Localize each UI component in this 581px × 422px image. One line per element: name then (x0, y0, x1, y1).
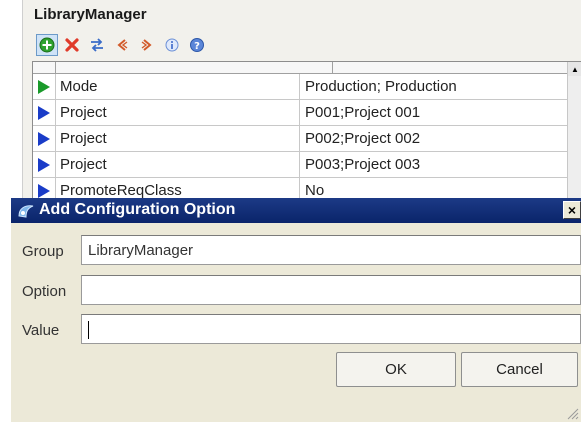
row-value: P002;Project 002 (305, 130, 421, 147)
grid-header (33, 62, 568, 74)
row-marker-icon (38, 80, 50, 94)
group-field[interactable]: LibraryManager (81, 235, 581, 265)
ok-button[interactable]: OK (336, 352, 456, 387)
add-icon (39, 37, 55, 53)
info-button[interactable] (161, 34, 183, 56)
row-key: Project (60, 104, 107, 121)
help-icon: ? (190, 38, 204, 52)
close-button[interactable]: × (563, 201, 581, 219)
group-label: Group (22, 243, 64, 260)
text-caret (88, 321, 89, 340)
option-label: Option (22, 283, 67, 300)
cancel-button[interactable]: Cancel (461, 352, 578, 387)
row-value: No (305, 182, 325, 199)
value-label: Value (22, 322, 60, 339)
library-manager-title: LibraryManager (34, 6, 147, 23)
grid-row[interactable]: Project P001;Project 001 (33, 100, 568, 126)
options-grid: Mode Production; Production Project P001… (32, 61, 581, 204)
value-field[interactable] (81, 314, 581, 344)
add-configuration-dialog: Add Configuration Option × Group Library… (11, 198, 581, 422)
move-left-button[interactable] (111, 34, 133, 56)
info-icon (165, 38, 179, 52)
delete-icon (65, 38, 79, 52)
grid-row[interactable]: Project P002;Project 002 (33, 126, 568, 152)
move-right-button[interactable] (136, 34, 158, 56)
scroll-up-icon[interactable]: ▲ (568, 62, 581, 76)
move-right-icon (141, 39, 152, 51)
resize-grip-icon[interactable] (565, 406, 579, 420)
grid-row[interactable]: Project P003;Project 003 (33, 152, 568, 178)
row-key: Mode (60, 78, 98, 95)
add-button[interactable] (36, 34, 58, 56)
dialog-titlebar[interactable]: Add Configuration Option × (11, 198, 581, 223)
close-icon: × (567, 202, 577, 218)
transfer-button[interactable] (86, 34, 108, 56)
row-key: Project (60, 156, 107, 173)
row-key: Project (60, 130, 107, 147)
transfer-icon (91, 38, 103, 52)
grid-scrollbar[interactable]: ▲ (567, 62, 581, 202)
svg-text:?: ? (194, 41, 200, 52)
grid-row[interactable]: Mode Production; Production (33, 74, 568, 100)
group-field-value: LibraryManager (88, 242, 194, 259)
row-key: PromoteReqClass (60, 182, 182, 199)
row-value: P001;Project 001 (305, 104, 421, 121)
app-icon (18, 205, 34, 218)
row-marker-icon (38, 184, 50, 198)
row-marker-icon (38, 158, 50, 172)
move-left-icon (117, 39, 128, 51)
option-field[interactable] (81, 275, 581, 305)
toolbar: ? (36, 33, 211, 57)
help-button[interactable]: ? (186, 34, 208, 56)
dialog-title: Add Configuration Option (39, 201, 236, 218)
delete-button[interactable] (61, 34, 83, 56)
row-marker-icon (38, 106, 50, 120)
row-value: Production; Production (305, 78, 457, 95)
row-value: P003;Project 003 (305, 156, 421, 173)
row-marker-icon (38, 132, 50, 146)
